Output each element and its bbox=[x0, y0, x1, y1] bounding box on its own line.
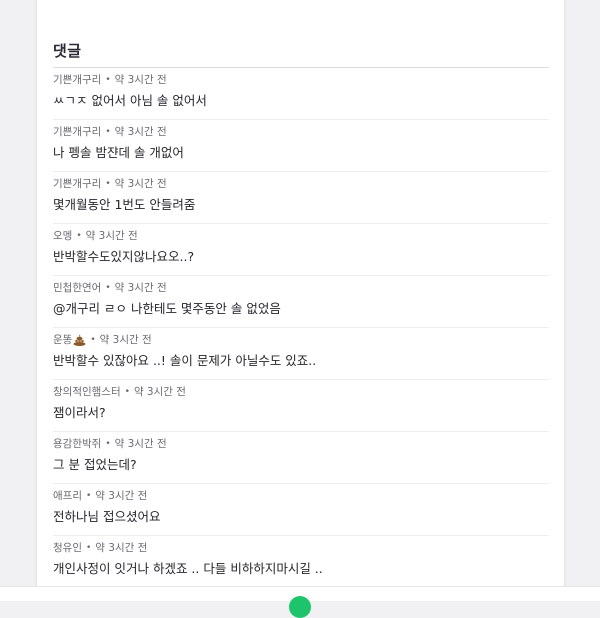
comment-item: 기쁜개구리 • 약 3시간 전 몇개월동안 1번도 안들려줌 bbox=[53, 172, 549, 224]
comment-meta: 창의적인햄스터 • 약 3시간 전 bbox=[53, 384, 186, 399]
comment-time: 약 3시간 전 bbox=[133, 386, 186, 398]
meta-separator: • bbox=[105, 282, 111, 293]
comment-author[interactable]: 기쁜개구리 bbox=[53, 124, 101, 139]
comment-meta: 민첩한연어 • 약 3시간 전 bbox=[53, 280, 167, 295]
comment-item: 청유인 • 약 3시간 전 개인사정이 잇거나 하겠죠 .. 다들 비하하지마시… bbox=[53, 536, 549, 588]
comment-item: 민첩한연어 • 약 3시간 전 @개구리 ㄹㅇ 나한테도 몇주동안 솔 없었음 bbox=[53, 276, 549, 328]
comment-author[interactable]: 애프리 bbox=[53, 488, 82, 503]
comment-item: 기쁜개구리 • 약 3시간 전 ㅆㄱㅈ 없어서 아님 솔 없어서 bbox=[53, 68, 549, 120]
comment-author[interactable]: 운똥 bbox=[53, 332, 72, 347]
comment-author[interactable]: 창의적인햄스터 bbox=[53, 384, 121, 399]
comment-author[interactable]: 민첩한연어 bbox=[53, 280, 101, 295]
comment-meta: 청유인 • 약 3시간 전 bbox=[53, 540, 147, 555]
comment-time: 약 3시간 전 bbox=[85, 230, 138, 242]
meta-separator: • bbox=[85, 490, 92, 501]
comment-author[interactable]: 기쁜개구리 bbox=[53, 72, 101, 87]
comment-text: 몇개월동안 1번도 안들려줌 bbox=[53, 197, 196, 212]
meta-separator: • bbox=[124, 386, 130, 397]
comment-text: 잼이라서? bbox=[53, 405, 106, 420]
comment-meta: 오멩 • 약 3시간 전 bbox=[53, 228, 138, 243]
comment-author[interactable]: 기쁜개구리 bbox=[53, 176, 101, 191]
meta-separator: • bbox=[85, 542, 92, 553]
comment-meta: 용감한박쥐 • 약 3시간 전 bbox=[53, 436, 167, 451]
comment-text: 개인사정이 잇거나 하겠죠 .. 다들 비하하지마시길 .. bbox=[53, 561, 323, 576]
comment-text: ㅆㄱㅈ 없어서 아님 솔 없어서 bbox=[53, 93, 207, 108]
comment-meta: 기쁜개구리 • 약 3시간 전 bbox=[53, 124, 167, 139]
comment-list: 기쁜개구리 • 약 3시간 전 ㅆㄱㅈ 없어서 아님 솔 없어서 기쁜개구리 •… bbox=[53, 68, 549, 588]
comments-card: 댓글 기쁜개구리 • 약 3시간 전 ㅆㄱㅈ 없어서 아님 솔 없어서 기쁜개구… bbox=[37, 0, 564, 594]
comment-meta: 애프리 • 약 3시간 전 bbox=[53, 488, 147, 503]
comment-time: 약 3시간 전 bbox=[114, 74, 167, 86]
comment-item: 용감한박쥐 • 약 3시간 전 그 분 접었는데? bbox=[53, 432, 549, 484]
comment-meta: 운똥 • 약 3시간 전 bbox=[53, 332, 152, 347]
bottom-bar bbox=[0, 586, 600, 618]
comment-meta: 기쁜개구리 • 약 3시간 전 bbox=[53, 72, 167, 87]
comment-time: 약 3시간 전 bbox=[114, 126, 167, 138]
comment-time: 약 3시간 전 bbox=[114, 282, 167, 294]
comment-text: 전하나님 접으셨어요 bbox=[53, 509, 161, 524]
comment-author[interactable]: 오멩 bbox=[53, 228, 72, 243]
comment-text: @개구리 ㄹㅇ 나한테도 몇주동안 솔 없었음 bbox=[53, 301, 281, 316]
comment-time: 약 3시간 전 bbox=[99, 334, 152, 346]
comment-text: 나 펭솔 밤쟌데 솔 개없어 bbox=[53, 145, 184, 160]
meta-separator: • bbox=[105, 126, 111, 137]
comment-author[interactable]: 용감한박쥐 bbox=[53, 436, 101, 451]
meta-separator: • bbox=[105, 74, 111, 85]
meta-separator: • bbox=[90, 334, 96, 345]
comment-time: 약 3시간 전 bbox=[114, 438, 167, 450]
meta-separator: • bbox=[105, 438, 111, 449]
comment-item: 기쁜개구리 • 약 3시간 전 나 펭솔 밤쟌데 솔 개없어 bbox=[53, 120, 549, 172]
poop-icon bbox=[73, 334, 86, 346]
floating-action-button[interactable] bbox=[289, 596, 311, 618]
comment-time: 약 3시간 전 bbox=[95, 542, 148, 554]
comments-section-title: 댓글 bbox=[53, 42, 82, 60]
comment-text: 그 분 접었는데? bbox=[53, 457, 137, 472]
comment-item: 애프리 • 약 3시간 전 전하나님 접으셨어요 bbox=[53, 484, 549, 536]
comment-time: 약 3시간 전 bbox=[95, 490, 148, 502]
comment-meta: 기쁜개구리 • 약 3시간 전 bbox=[53, 176, 167, 191]
comment-item: 오멩 • 약 3시간 전 반박할수도있지않나요오..? bbox=[53, 224, 549, 276]
meta-separator: • bbox=[76, 230, 82, 241]
comment-author[interactable]: 청유인 bbox=[53, 540, 82, 555]
comment-text: 반박할수 있잖아요 ..! 솔이 문제가 아닐수도 있죠.. bbox=[53, 353, 317, 368]
meta-separator: • bbox=[105, 178, 111, 189]
comment-time: 약 3시간 전 bbox=[114, 178, 167, 190]
comment-text: 반박할수도있지않나요오..? bbox=[53, 249, 195, 264]
comment-item: 창의적인햄스터 • 약 3시간 전 잼이라서? bbox=[53, 380, 549, 432]
comment-item: 운똥 • 약 3시간 전 반박할수 있잖아요 ..! 솔이 문제가 아닐수도 있… bbox=[53, 328, 549, 380]
